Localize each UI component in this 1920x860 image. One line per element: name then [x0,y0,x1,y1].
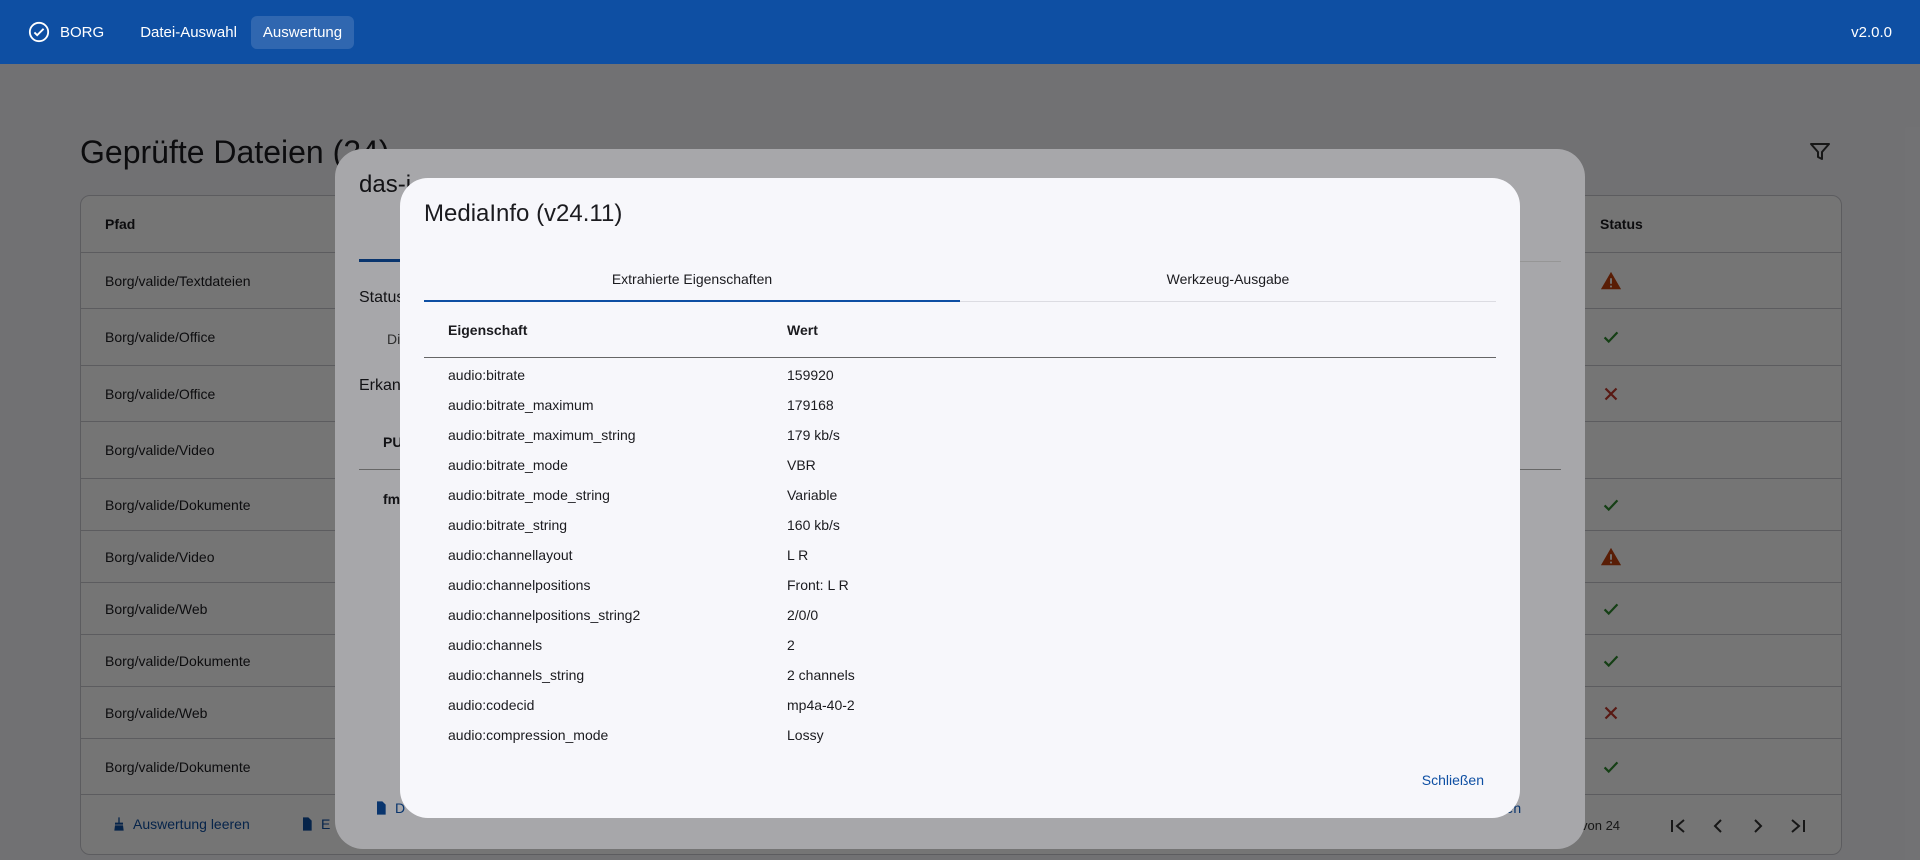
property-value: Front: L R [787,577,849,593]
property-name: audio:bitrate_maximum_string [448,427,636,443]
brand-name: BORG [60,23,105,41]
tab-extracted-properties[interactable]: Extrahierte Eigenschaften [424,256,960,302]
property-value: 2/0/0 [787,607,819,623]
properties-table-header: Eigenschaft Wert [424,302,1496,358]
property-value: Variable [787,487,838,503]
check-circle-icon [28,21,50,43]
property-row: audio:bitrate_maximum 179168 [424,390,1496,420]
property-row: audio:compression_mode Lossy [424,720,1496,750]
nav-datei-auswahl[interactable]: Datei-Auswahl [128,16,249,49]
property-value: 179168 [787,397,834,413]
property-value: 2 channels [787,667,855,683]
property-row: audio:channelpositions Front: L R [424,570,1496,600]
properties-table: Eigenschaft Wert audio:bitrate 159920 audi… [424,302,1496,750]
property-row: audio:bitrate_maximum_string 179 kb/s [424,420,1496,450]
property-name: audio:channels [448,637,543,653]
property-name: audio:bitrate_mode [448,457,568,473]
property-row: audio:bitrate_string 160 kb/s [424,510,1496,540]
property-value: VBR [787,457,816,473]
tab-tool-output[interactable]: Werkzeug-Ausgabe [960,256,1496,301]
property-name: audio:channelpositions_string2 [448,607,641,623]
property-value: 179 kb/s [787,427,840,443]
column-header-property: Eigenschaft [448,321,528,338]
top-app-bar: BORG Datei-Auswahl Auswertung v2.0.0 [0,0,1920,64]
column-header-value: Wert [787,321,818,338]
property-name: audio:bitrate_string [448,517,568,533]
property-value: 159920 [787,367,834,383]
dialog-title: MediaInfo (v24.11) [424,200,623,227]
property-name: audio:bitrate_mode_string [448,487,610,503]
property-name: audio:compression_mode [448,727,609,743]
property-row: audio:bitrate_mode VBR [424,450,1496,480]
property-name: audio:channellayout [448,547,573,563]
property-name: audio:channels_string [448,667,585,683]
property-row: audio:codecid mp4a-40-2 [424,690,1496,720]
brand[interactable]: BORG [28,21,104,43]
property-value: 2 [787,637,795,653]
property-name: audio:codecid [448,697,535,713]
close-button[interactable]: Schließen [1422,772,1484,788]
property-value: mp4a-40-2 [787,697,855,713]
property-row: audio:bitrate 159920 [424,360,1496,390]
property-value: L R [787,547,809,563]
property-value: Lossy [787,727,824,743]
nav-auswertung[interactable]: Auswertung [250,15,355,49]
property-row: audio:channels_string 2 channels [424,660,1496,690]
property-value: 160 kb/s [787,517,840,533]
property-row: audio:channellayout L R [424,540,1496,570]
property-name: audio:bitrate_maximum [448,397,594,413]
property-name: audio:bitrate [448,367,526,383]
property-name: audio:channelpositions [448,577,591,593]
property-row: audio:channels 2 [424,630,1496,660]
property-row: audio:bitrate_mode_string Variable [424,480,1496,510]
property-row: audio:channelpositions_string2 2/0/0 [424,600,1496,630]
dialog-tabs: Extrahierte Eigenschaften Werkzeug-Ausga… [424,256,1496,302]
version-label: v2.0.0 [1851,23,1892,41]
mediainfo-dialog: MediaInfo (v24.11) Extrahierte Eigenscha… [400,178,1520,818]
